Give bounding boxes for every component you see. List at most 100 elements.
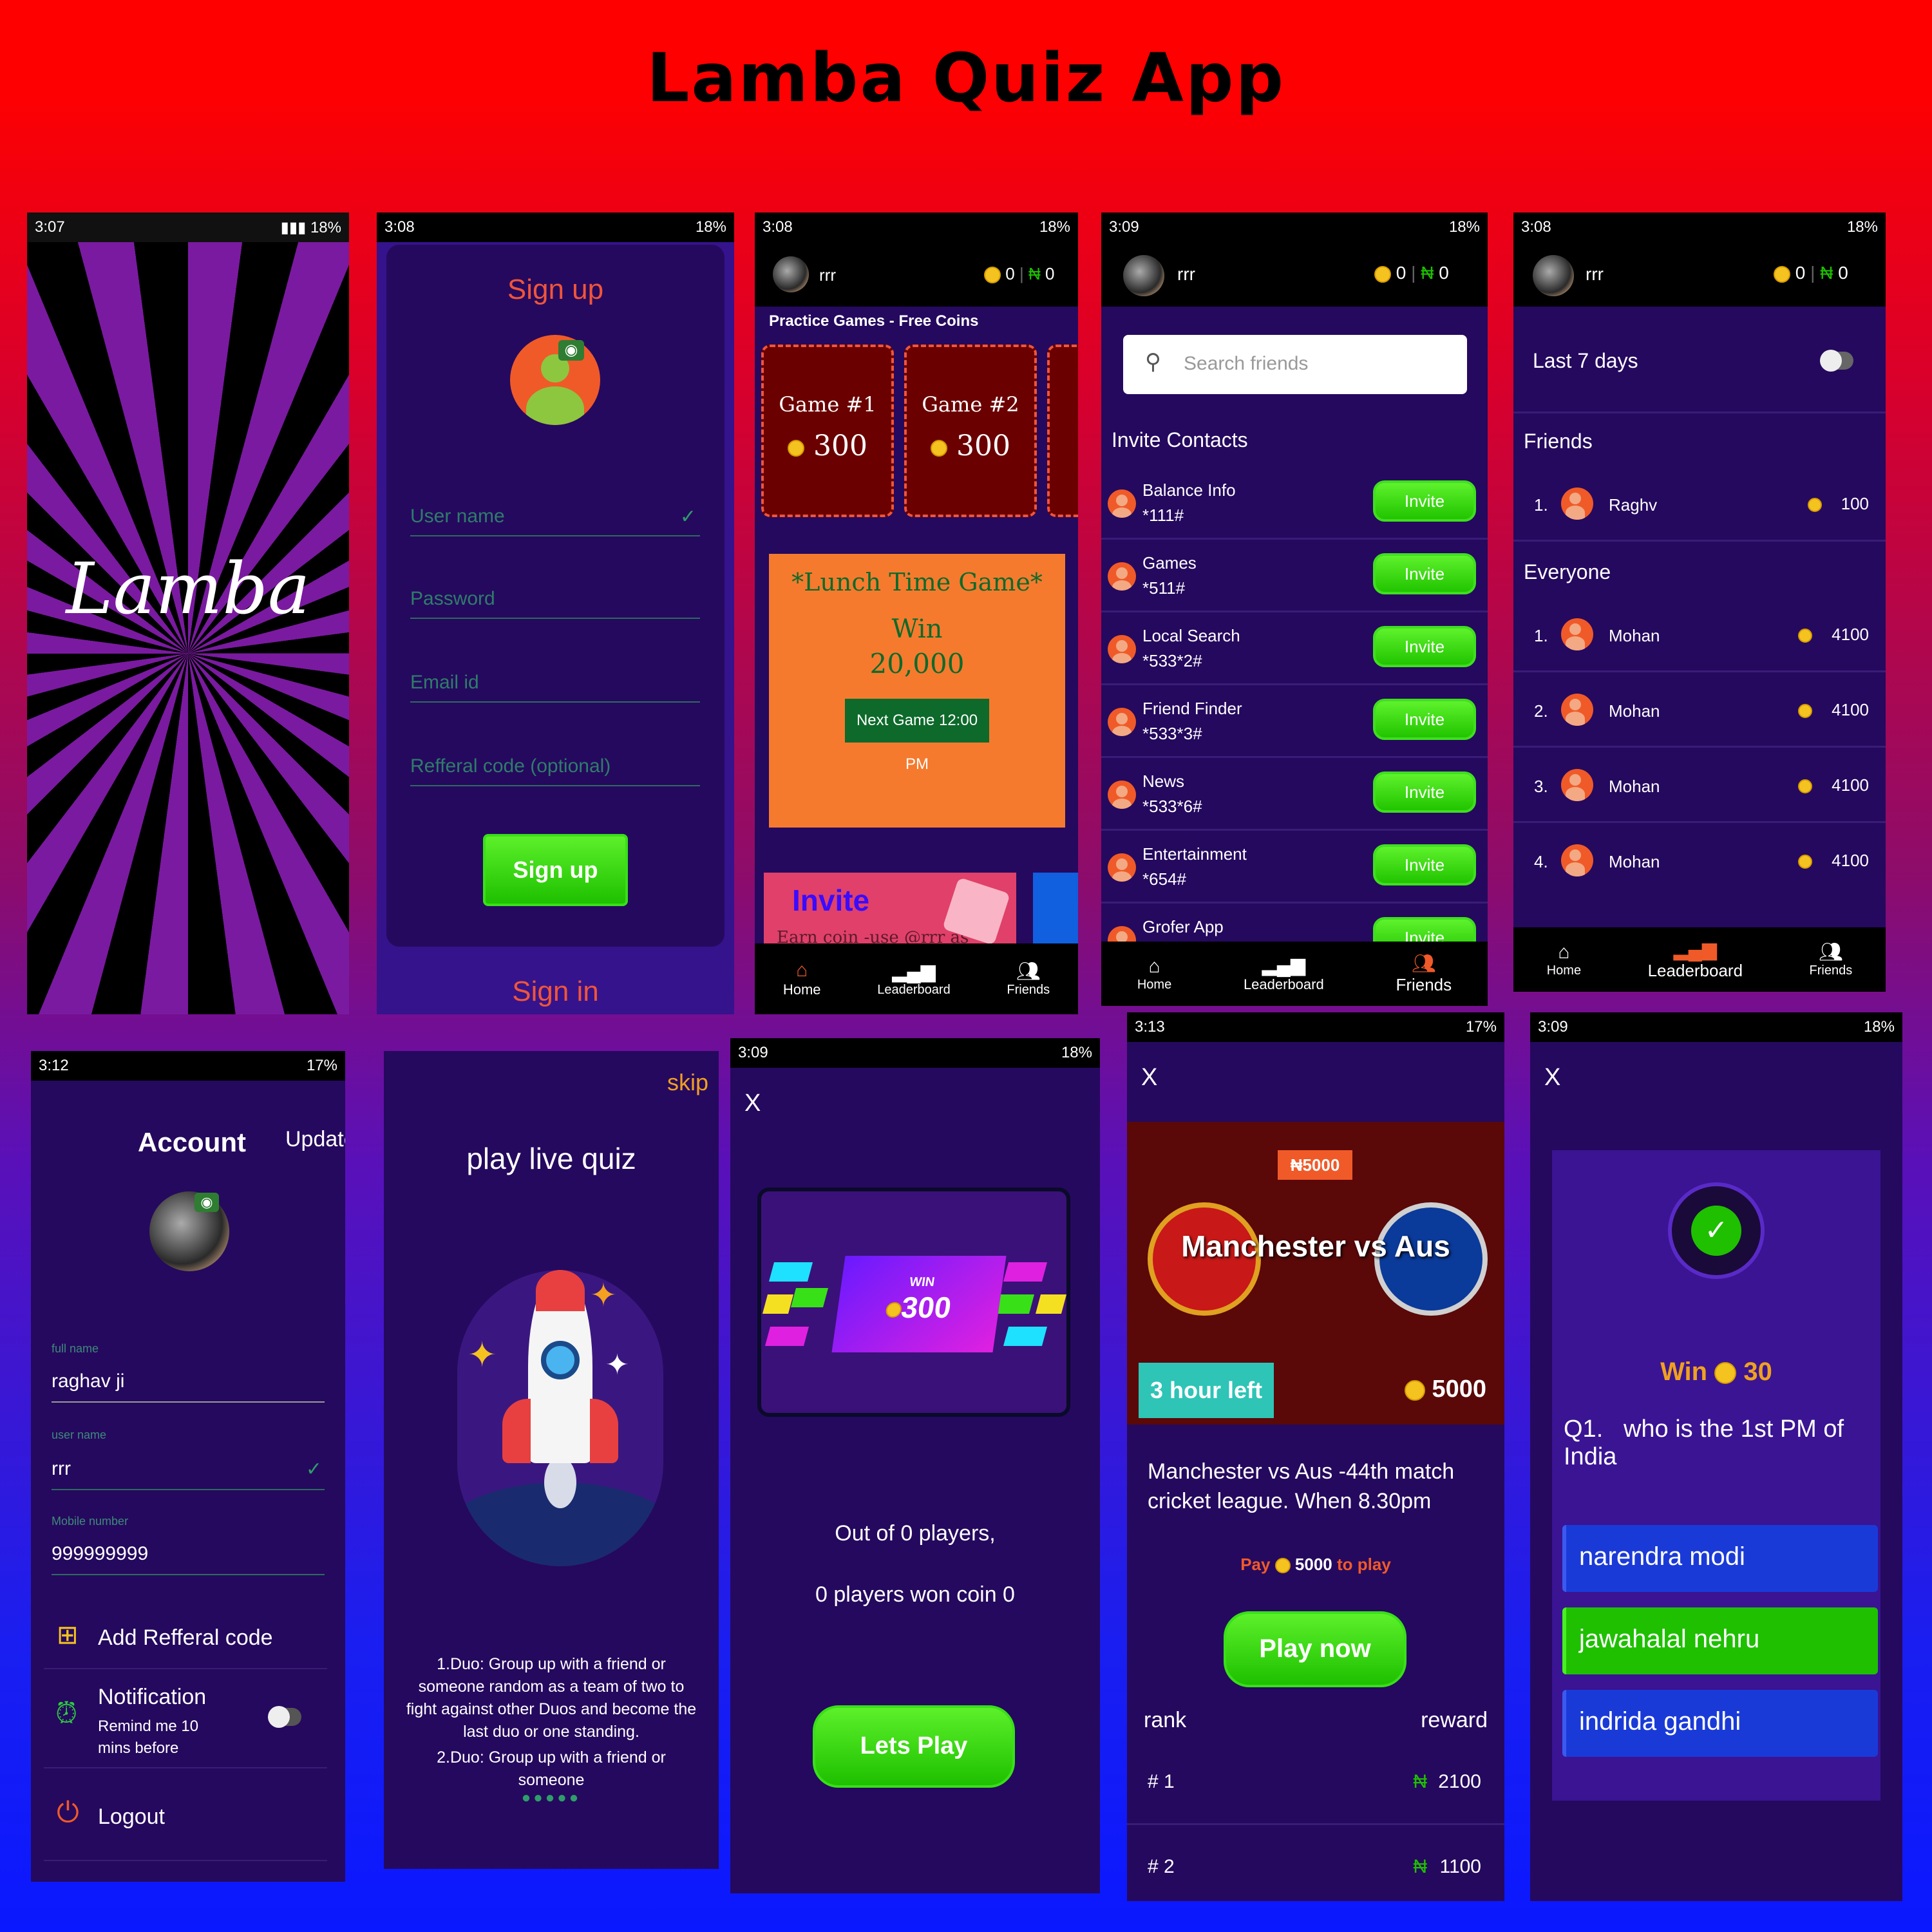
reward-row: # 2 ₦ 1100 bbox=[1127, 1825, 1504, 1896]
answer-option[interactable]: narendra modi bbox=[1562, 1525, 1878, 1592]
nav-friends-label: Friends bbox=[1007, 982, 1050, 997]
gift-icon: ⊞ bbox=[57, 1621, 79, 1649]
nav-friends-label: Friends bbox=[1396, 974, 1452, 994]
nav-home[interactable]: ⌂ Home bbox=[1547, 942, 1581, 978]
onboarding-screen: skip play live quiz ✦ ✦ ✦ 1.Duo: Group u… bbox=[384, 1051, 719, 1869]
invite-button[interactable]: Invite bbox=[1373, 480, 1476, 522]
signup-button[interactable]: Sign up bbox=[483, 834, 628, 906]
onboarding-text-2: 2.Duo: Group up with a friend or someone bbox=[437, 1748, 666, 1789]
lets-play-button[interactable]: Lets Play bbox=[813, 1705, 1015, 1788]
naira-icon: ₦ bbox=[1421, 263, 1434, 283]
contact-number: *111# bbox=[1142, 506, 1184, 525]
status-battery: 18% bbox=[1846, 218, 1878, 236]
search-icon: ⚲ bbox=[1145, 350, 1161, 374]
status-bar: 3:12 17% bbox=[31, 1051, 345, 1081]
score-value: 4100 bbox=[1832, 625, 1869, 644]
username-value: rrr bbox=[52, 1458, 71, 1479]
player-name: Mohan bbox=[1609, 701, 1660, 721]
status-bar: 3:09 18% bbox=[1530, 1012, 1902, 1042]
nav-home[interactable]: ⌂ Home bbox=[783, 960, 821, 998]
password-field[interactable]: Password bbox=[410, 588, 700, 619]
invite-button[interactable]: Invite bbox=[1373, 699, 1476, 740]
coin-icon bbox=[1798, 704, 1813, 719]
home-screen: 3:08 18% rrr 0 | ₦ 0 Practice Games - Fr… bbox=[755, 213, 1078, 1014]
fullname-field[interactable]: raghav ji bbox=[52, 1370, 325, 1403]
username-field[interactable]: rrr ✓ bbox=[52, 1458, 325, 1490]
question-number: Q1. bbox=[1564, 1416, 1604, 1443]
mobile-field[interactable]: 999999999 bbox=[52, 1543, 325, 1575]
nav-leaderboard[interactable]: ▂▄▆ Leaderboard bbox=[877, 961, 950, 998]
close-icon[interactable]: X bbox=[744, 1090, 761, 1117]
user-name: rrr bbox=[1586, 264, 1604, 284]
game-card-2[interactable]: Game #2 300 bbox=[904, 345, 1037, 517]
rank: 1. bbox=[1534, 626, 1548, 645]
user-name: rrr bbox=[1177, 264, 1195, 284]
referral-row[interactable]: ⊞ Add Refferal code bbox=[44, 1611, 327, 1669]
status-time: 3:07 bbox=[35, 218, 65, 236]
game-card-3[interactable] bbox=[1047, 345, 1078, 517]
contact-avatar bbox=[1108, 562, 1136, 591]
nav-friends[interactable]: 👥︎ Friends bbox=[1396, 953, 1452, 995]
win-card: WIN 300 bbox=[757, 1188, 1070, 1417]
email-field[interactable]: Email id bbox=[410, 672, 700, 703]
filter-toggle[interactable] bbox=[1820, 350, 1853, 372]
lunch-time-banner[interactable]: *Lunch Time Game* Win 20,000 Next Game 1… bbox=[769, 554, 1065, 828]
match-banner[interactable]: ₦5000 Manchester vs Aus 3 hour left 5000 bbox=[1127, 1122, 1504, 1425]
power-icon: ⏻ bbox=[57, 1797, 79, 1828]
coin-icon bbox=[1798, 779, 1813, 794]
account-screen: 3:12 17% Account Update ◉ full name ragh… bbox=[31, 1051, 345, 1882]
naira-icon: ₦ bbox=[1413, 1771, 1427, 1792]
profile-avatar[interactable] bbox=[510, 335, 600, 425]
referral-field[interactable]: Refferal code (optional) bbox=[410, 755, 700, 786]
game-1-prize: 300 bbox=[813, 430, 867, 462]
username-field[interactable]: User name ✓ bbox=[410, 506, 700, 536]
page-indicator[interactable]: ●●●●● bbox=[384, 1789, 719, 1807]
notification-toggle[interactable] bbox=[268, 1706, 301, 1728]
contact-avatar bbox=[1108, 853, 1136, 882]
play-now-button[interactable]: Play now bbox=[1224, 1611, 1406, 1687]
close-icon[interactable]: X bbox=[1141, 1064, 1157, 1092]
friends-icon: 👥︎ bbox=[1411, 952, 1436, 974]
nav-friends[interactable]: 👥︎ Friends bbox=[1007, 961, 1050, 998]
coin-icon bbox=[1714, 1362, 1737, 1385]
signin-link[interactable]: Sign in bbox=[377, 976, 734, 1008]
invite-button[interactable]: Invite bbox=[1373, 844, 1476, 886]
rocket-fin-left bbox=[502, 1399, 531, 1463]
invite-button[interactable]: Invite bbox=[1373, 553, 1476, 594]
lunch-win: Win bbox=[891, 614, 943, 644]
status-time: 3:08 bbox=[762, 218, 793, 236]
nav-friends[interactable]: 👥︎ Friends bbox=[1810, 942, 1853, 978]
rank: 1. bbox=[1534, 495, 1548, 515]
nav-home[interactable]: ⌂ Home bbox=[1137, 956, 1171, 992]
reward-row: # 1 ₦ 2100 bbox=[1127, 1740, 1504, 1825]
search-box[interactable]: ⚲ Search friends bbox=[1123, 335, 1467, 394]
skip-button[interactable]: skip bbox=[667, 1069, 708, 1096]
nav-leaderboard[interactable]: ▂▄▆ Leaderboard bbox=[1648, 939, 1743, 981]
game-2-name: Game #2 bbox=[922, 392, 1019, 417]
user-avatar[interactable] bbox=[1533, 255, 1574, 296]
invite-button[interactable]: Invite bbox=[1373, 626, 1476, 667]
reward-rank: # 2 bbox=[1148, 1856, 1175, 1877]
status-time: 3:08 bbox=[384, 218, 415, 236]
answer-option[interactable]: indrida gandhi bbox=[1562, 1690, 1878, 1757]
account-title: Account bbox=[138, 1127, 246, 1157]
check-icon: ✓ bbox=[305, 1459, 322, 1480]
update-button[interactable]: Update bbox=[285, 1127, 345, 1152]
nav-leaderboard[interactable]: ▂▄▆ Leaderboard bbox=[1244, 954, 1324, 993]
confetti bbox=[768, 1262, 813, 1282]
camera-icon[interactable]: ◉ bbox=[558, 340, 584, 361]
user-avatar[interactable] bbox=[773, 256, 809, 292]
contact-row: Balance Info *111# Invite bbox=[1101, 468, 1488, 540]
coin-icon bbox=[788, 439, 804, 457]
game-card-1[interactable]: Game #1 300 bbox=[761, 345, 894, 517]
signal-icon: ▮▮▮ bbox=[280, 218, 307, 236]
rocket-fin-right bbox=[590, 1399, 618, 1463]
logout-row[interactable]: ⏻ Logout bbox=[44, 1771, 327, 1861]
camera-icon[interactable]: ◉ bbox=[194, 1193, 219, 1212]
user-avatar[interactable] bbox=[1123, 255, 1164, 296]
answer-option[interactable]: jawahalal nehru bbox=[1562, 1607, 1878, 1674]
invite-button[interactable]: Invite bbox=[1373, 772, 1476, 813]
contact-name: News bbox=[1142, 772, 1185, 791]
close-icon[interactable]: X bbox=[1544, 1064, 1560, 1092]
username-label: user name bbox=[52, 1428, 107, 1441]
